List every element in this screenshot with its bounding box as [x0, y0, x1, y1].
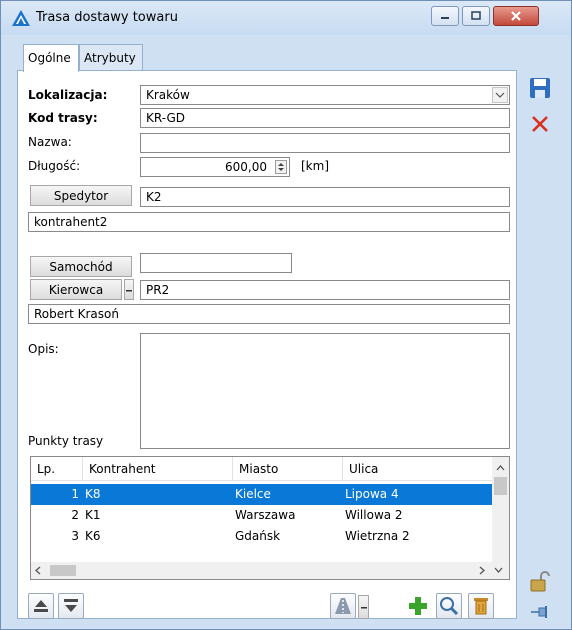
delete-icon: [474, 598, 488, 615]
route-dropdown-button[interactable]: [358, 595, 369, 619]
kierowca-button[interactable]: Kierowca: [30, 279, 122, 300]
scroll-thumb: [494, 477, 507, 495]
search-icon: [440, 597, 459, 616]
route-points-table: Lp. Kontrahent Miasto Ulica 1 K8 Kielce …: [30, 456, 510, 580]
column-header-miasto[interactable]: Miasto: [233, 457, 343, 481]
cell-kontrahent: K6: [85, 529, 101, 543]
spedytor-name-field: kontrahent2: [28, 212, 510, 232]
punkty-trasy-label: Punkty trasy: [28, 434, 104, 448]
minimize-button[interactable]: [431, 6, 459, 26]
move-down-icon: [64, 599, 78, 612]
route-icon: [335, 598, 351, 614]
dlugosc-label: Długość:: [28, 159, 81, 173]
spedytor-button-label: Spedytor: [53, 188, 109, 203]
scroll-up-icon: [496, 465, 505, 471]
dlugosc-unit: [km]: [301, 159, 330, 173]
kod-trasy-input[interactable]: KR-GD: [140, 108, 510, 128]
dlugosc-value: 600,00: [225, 160, 267, 174]
add-icon: [408, 596, 427, 615]
tab-atrybuty[interactable]: Atrybuty: [79, 44, 143, 71]
title-bar[interactable]: Trasa dostawy towaru: [1, 1, 571, 35]
save-button[interactable]: [527, 75, 552, 100]
cell-ulica: Willowa 2: [345, 508, 403, 522]
cell-kontrahent: K1: [85, 508, 101, 522]
length-spinner[interactable]: [275, 160, 287, 174]
dropdown-arrow-icon: [126, 289, 132, 291]
pin-icon: [530, 605, 547, 618]
spedytor-code-input[interactable]: K2: [140, 187, 510, 207]
lock-icon: [530, 570, 550, 591]
app-icon: [12, 10, 30, 29]
maximize-button[interactable]: [462, 6, 490, 26]
scroll-right-icon: [479, 566, 485, 575]
samochod-button-label: Samochód: [49, 259, 113, 274]
window-title: Trasa dostawy towaru: [36, 10, 178, 25]
column-header-ulica[interactable]: Ulica: [343, 457, 493, 481]
opis-textarea[interactable]: [140, 333, 510, 449]
delete-point-button[interactable]: [468, 593, 494, 619]
route-button[interactable]: [330, 593, 356, 619]
pin-button[interactable]: [527, 599, 552, 624]
cell-ulica: Lipowa 4: [345, 487, 399, 501]
samochod-input[interactable]: [140, 253, 292, 273]
cell-ulica: Wietrzna 2: [345, 529, 410, 543]
nazwa-input[interactable]: [140, 133, 510, 153]
lokalizacja-select[interactable]: Kraków: [140, 85, 510, 105]
minimize-icon: [441, 17, 449, 19]
spedytor-button[interactable]: Spedytor: [30, 185, 132, 206]
table-row[interactable]: 2 K1 Warszawa Willowa 2: [31, 505, 493, 526]
lokalizacja-label: Lokalizacja:: [28, 88, 107, 102]
lock-button[interactable]: [527, 569, 552, 594]
table-vertical-scrollbar[interactable]: [492, 457, 509, 564]
kierowca-dropdown-button[interactable]: [124, 279, 134, 300]
dropdown-arrow-icon: [360, 607, 367, 609]
kierowca-code-input[interactable]: PR2: [140, 280, 510, 300]
cell-lp: 1: [71, 487, 79, 501]
add-point-button[interactable]: [405, 593, 430, 618]
kod-trasy-label: Kod trasy:: [28, 111, 98, 125]
dropdown-arrow-icon[interactable]: [492, 87, 508, 103]
move-down-button[interactable]: [58, 593, 84, 619]
route-window: Trasa dostawy towaru Ogólne Atrybuty Lok…: [0, 0, 572, 630]
save-icon: [529, 77, 550, 98]
opis-label: Opis:: [28, 342, 59, 356]
dlugosc-input[interactable]: 600,00: [140, 157, 290, 177]
general-panel: Lokalizacja: Kraków Kod trasy: KR-GD Naz…: [17, 70, 517, 619]
samochod-button[interactable]: Samochód: [30, 256, 132, 277]
nazwa-label: Nazwa:: [28, 135, 72, 149]
cell-lp: 3: [71, 529, 79, 543]
cell-miasto: Kielce: [235, 487, 271, 501]
cancel-icon: [531, 115, 548, 132]
lokalizacja-label-text: Lokalizacja:: [28, 88, 108, 102]
table-horizontal-scrollbar[interactable]: [31, 562, 509, 579]
scroll-left-icon: [35, 566, 41, 575]
column-header-lp[interactable]: Lp.: [31, 457, 83, 481]
spin-up-icon: [278, 163, 284, 166]
move-up-icon: [34, 600, 48, 612]
cell-kontrahent: K8: [85, 487, 101, 501]
close-button[interactable]: [493, 6, 539, 26]
spin-down-icon: [278, 168, 284, 171]
tab-ogolne[interactable]: Ogólne: [23, 44, 79, 72]
table-row[interactable]: 1 K8 Kielce Lipowa 4: [31, 484, 493, 505]
maximize-icon: [471, 11, 481, 20]
cell-miasto: Gdańsk: [235, 529, 281, 543]
scroll-down-icon: [494, 567, 503, 573]
lokalizacja-value: Kraków: [146, 88, 190, 102]
search-point-button[interactable]: [436, 593, 462, 619]
cell-miasto: Warszawa: [235, 508, 296, 522]
scroll-thumb-h: [50, 565, 76, 576]
column-header-kontrahent[interactable]: Kontrahent: [83, 457, 233, 481]
cancel-button[interactable]: [527, 111, 552, 136]
cell-lp: 2: [71, 508, 79, 522]
kierowca-name-field: Robert Krasoń: [28, 304, 510, 324]
kierowca-button-label: Kierowca: [48, 282, 104, 297]
table-row[interactable]: 3 K6 Gdańsk Wietrzna 2: [31, 526, 493, 547]
close-icon: [511, 11, 521, 21]
move-up-button[interactable]: [28, 593, 54, 619]
